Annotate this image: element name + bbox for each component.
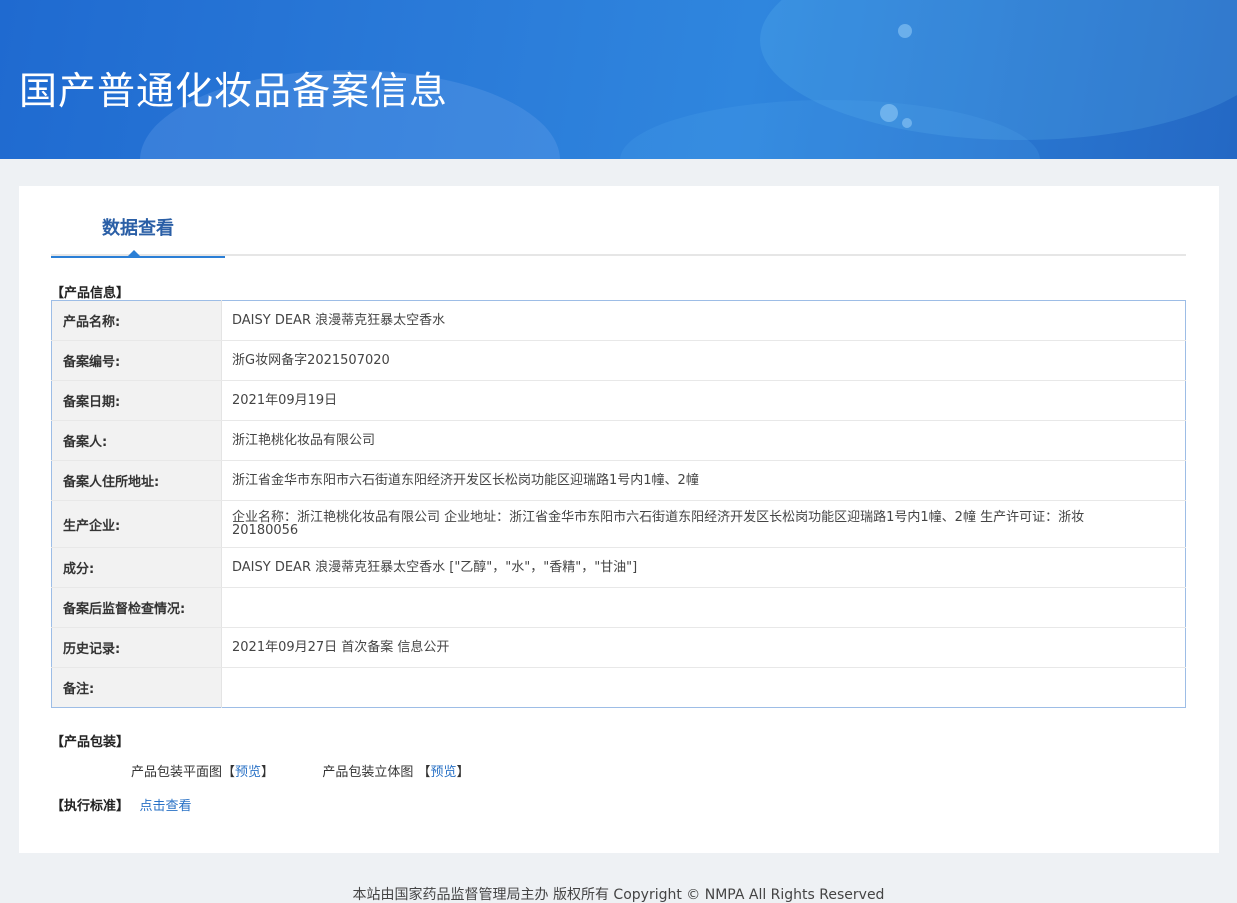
- table-row: 成分: DAISY DEAR 浪漫蒂克狂暴太空香水 ["乙醇"，"水"，"香精"…: [51, 547, 1186, 588]
- bracket-close: 】: [261, 765, 275, 780]
- table-row: 备注:: [51, 667, 1186, 708]
- row-label: 备案人住所地址:: [51, 460, 222, 501]
- row-label: 产品名称:: [51, 300, 222, 341]
- tab-active-underline: [51, 256, 225, 258]
- row-label: 生产企业:: [51, 500, 222, 548]
- row-label: 成分:: [51, 547, 222, 588]
- table-row: 备案人住所地址: 浙江省金华市东阳市六石街道东阳经济开发区长松岗功能区迎瑞路1号…: [51, 460, 1186, 501]
- row-label: 备案人:: [51, 420, 222, 461]
- content-card: 数据查看 【产品信息】 产品名称: DAISY DEAR 浪漫蒂克狂暴太空香水 …: [19, 186, 1219, 853]
- row-value: 浙江省金华市东阳市六石街道东阳经济开发区长松岗功能区迎瑞路1号内1幢、2幢: [221, 460, 1186, 501]
- row-value: 2021年09月19日: [221, 380, 1186, 421]
- table-row: 备案后监督检查情况:: [51, 587, 1186, 628]
- product-info-title: 【产品信息】: [51, 286, 130, 301]
- footer-copyright: 本站由国家药品监督管理局主办 版权所有 Copyright © NMPA All…: [352, 887, 885, 903]
- row-value: 2021年09月27日 首次备案 信息公开: [221, 627, 1186, 668]
- solid-preview-link[interactable]: 预览: [431, 761, 457, 780]
- row-value: DAISY DEAR 浪漫蒂克狂暴太空香水: [221, 300, 1186, 341]
- banner-dot: [880, 104, 898, 122]
- banner-dot: [902, 118, 912, 128]
- view-standard-link[interactable]: 点击查看: [140, 799, 192, 814]
- row-value: 浙G妆网备字2021507020: [221, 340, 1186, 381]
- row-value: [221, 587, 1186, 628]
- flat-preview-link[interactable]: 预览: [235, 761, 261, 780]
- row-label: 历史记录:: [51, 627, 222, 668]
- solid-image-label: 产品包装立体图: [322, 765, 414, 780]
- table-row: 历史记录: 2021年09月27日 首次备案 信息公开: [51, 627, 1186, 668]
- row-label: 备案编号:: [51, 340, 222, 381]
- flat-image-label: 产品包装平面图: [131, 765, 223, 780]
- bracket-open: 【: [417, 765, 431, 780]
- table-row: 备案编号: 浙G妆网备字2021507020: [51, 340, 1186, 381]
- row-value: 企业名称：浙江艳桃化妆品有限公司 企业地址：浙江省金华市东阳市六石街道东阳经济开…: [221, 500, 1186, 548]
- tab-bar: 数据查看: [51, 186, 1186, 258]
- page-title: 国产普通化妆品备案信息: [19, 69, 449, 113]
- table-row: 生产企业: 企业名称：浙江艳桃化妆品有限公司 企业地址：浙江省金华市东阳市六石街…: [51, 500, 1186, 548]
- packaging-links: 产品包装平面图【预览】 产品包装立体图 【预览】: [131, 761, 470, 780]
- row-value: DAISY DEAR 浪漫蒂克狂暴太空香水 ["乙醇"，"水"，"香精"，"甘油…: [221, 547, 1186, 588]
- banner-dot: [898, 24, 912, 38]
- standard-row: 【执行标准】 点击查看: [51, 795, 192, 814]
- bracket-close: 】: [456, 765, 470, 780]
- table-row: 产品名称: DAISY DEAR 浪漫蒂克狂暴太空香水: [51, 300, 1186, 341]
- tab-data-view[interactable]: 数据查看: [51, 186, 225, 258]
- row-label: 备案日期:: [51, 380, 222, 421]
- page-banner: 国产普通化妆品备案信息: [0, 0, 1237, 159]
- table-row: 备案日期: 2021年09月19日: [51, 380, 1186, 421]
- bracket-open: 【: [222, 765, 236, 780]
- packaging-title: 【产品包装】: [51, 735, 130, 750]
- row-value: [222, 668, 1186, 708]
- row-value: 浙江艳桃化妆品有限公司: [221, 420, 1186, 461]
- tab-label: 数据查看: [102, 218, 174, 239]
- row-label: 备注:: [51, 667, 222, 708]
- product-info-table: 产品名称: DAISY DEAR 浪漫蒂克狂暴太空香水 备案编号: 浙G妆网备字…: [51, 300, 1186, 708]
- table-row: 备案人: 浙江艳桃化妆品有限公司: [51, 420, 1186, 461]
- row-label: 备案后监督检查情况:: [51, 587, 222, 628]
- caret-up-icon: [128, 250, 140, 256]
- standard-title: 【执行标准】: [51, 799, 130, 814]
